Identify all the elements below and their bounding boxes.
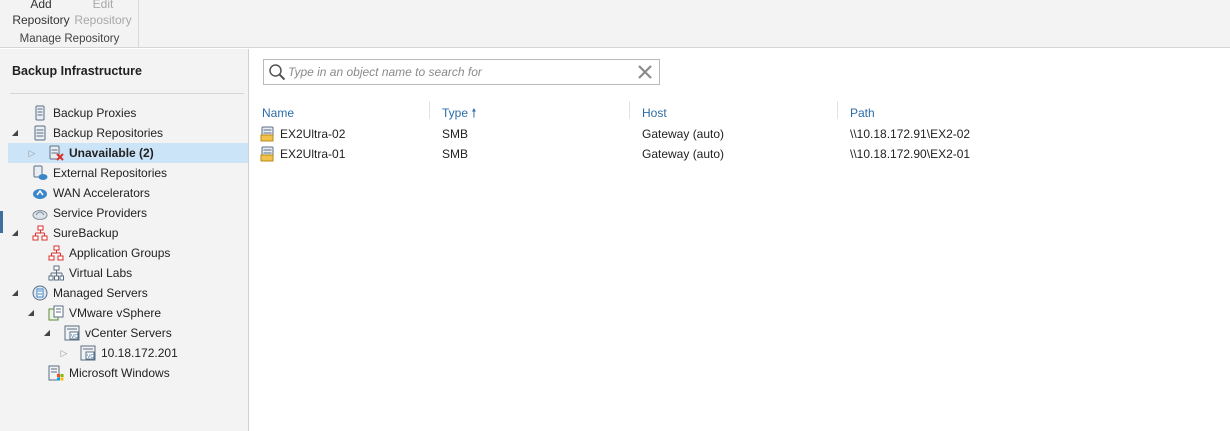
edit-repository-label-1: Edit <box>92 0 114 11</box>
repository-path: \\10.18.172.91\EX2-02 <box>850 127 971 141</box>
panel-title: Backup Infrastructure <box>12 64 142 78</box>
tree-item-backup-repositories[interactable]: ◢ Backup Repositories <box>8 123 248 143</box>
edit-repository-button[interactable]: Edit Repository <box>72 0 134 28</box>
column-divider[interactable] <box>629 101 630 119</box>
close-icon[interactable] <box>637 64 653 80</box>
navigation-panel: Backup Infrastructure Backup Proxies ◢ B… <box>0 49 249 431</box>
table-row[interactable]: EX2Ultra-02 SMB Gateway (auto) \\10.18.1… <box>258 124 1230 144</box>
search-icon <box>269 64 286 81</box>
backup-proxies-icon <box>35 105 45 121</box>
sort-ascending-icon: 🠕 <box>471 106 477 120</box>
expanded-triangle-icon[interactable]: ◢ <box>42 323 52 343</box>
tree-item-label: Managed Servers <box>53 286 148 300</box>
svg-text:VC: VC <box>87 354 94 360</box>
search-box[interactable] <box>263 59 660 85</box>
tree-item-label: WAN Accelerators <box>53 186 150 200</box>
tree-item-backup-proxies[interactable]: Backup Proxies <box>8 103 248 123</box>
svg-text:VC: VC <box>71 334 78 340</box>
add-repository-button[interactable]: Add Repository <box>10 0 72 28</box>
panel-accent <box>0 211 3 233</box>
tree-item-label: Backup Repositories <box>53 126 164 140</box>
tree-item-vcenter-servers[interactable]: ◢ VC vCenter Servers <box>8 323 248 343</box>
add-repository-label-1: Add <box>30 0 52 11</box>
column-header-type-label: Type <box>442 106 469 120</box>
tree-item-application-groups[interactable]: Application Groups <box>8 243 248 263</box>
ribbon-group-label: Manage Repository <box>19 33 120 45</box>
tree-item-label: 10.18.172.201 <box>101 346 178 360</box>
tree-item-label: Virtual Labs <box>69 266 133 280</box>
tree-item-label: Unavailable (2) <box>69 146 154 160</box>
wan-accelerators-icon <box>33 189 47 199</box>
tree-item-label: Microsoft Windows <box>69 366 170 380</box>
table-row[interactable]: EX2Ultra-01 SMB Gateway (auto) \\10.18.1… <box>258 144 1230 164</box>
service-providers-icon <box>32 210 48 220</box>
vcenter-server-icon: VC <box>80 345 96 361</box>
tree-item-external-repositories[interactable]: External Repositories <box>8 163 248 183</box>
column-divider[interactable] <box>837 101 838 119</box>
smb-repository-icon <box>260 126 274 142</box>
smb-repository-icon <box>260 146 274 162</box>
column-header-path[interactable]: Path <box>850 104 875 122</box>
repository-type: SMB <box>442 147 469 161</box>
expanded-triangle-icon[interactable]: ◢ <box>10 223 20 243</box>
column-divider[interactable] <box>429 101 430 119</box>
edit-repository-label-2: Repository <box>74 13 132 27</box>
virtual-labs-icon <box>48 265 64 281</box>
search-input[interactable] <box>288 63 628 81</box>
surebackup-icon <box>32 225 48 241</box>
vmware-vsphere-icon <box>48 305 64 321</box>
backup-repositories-icon <box>34 125 46 141</box>
column-header-host[interactable]: Host <box>642 104 667 122</box>
tree-item-microsoft-windows[interactable]: Microsoft Windows <box>8 363 248 383</box>
repository-host: Gateway (auto) <box>642 147 725 161</box>
managed-servers-icon <box>32 285 48 301</box>
tree-item-label: Application Groups <box>69 246 171 260</box>
ribbon: Add Repository Edit Repository Manage Re… <box>0 0 1230 48</box>
tree-item-service-providers[interactable]: Service Providers <box>8 203 248 223</box>
tree-item-label: Service Providers <box>53 206 148 220</box>
expanded-triangle-icon[interactable]: ◢ <box>10 283 20 303</box>
repository-host: Gateway (auto) <box>642 127 725 141</box>
column-header-name[interactable]: Name <box>262 104 294 122</box>
repository-name: EX2Ultra-02 <box>280 127 346 141</box>
tree-item-vcenter-server[interactable]: ▷ VC 10.18.172.201 <box>8 343 248 363</box>
repository-name: EX2Ultra-01 <box>280 147 346 161</box>
tree-item-label: vCenter Servers <box>85 326 172 340</box>
tree-item-vmware-vsphere[interactable]: ◢ VMware vSphere <box>8 303 248 323</box>
tree-item-surebackup[interactable]: ◢ SureBackup <box>8 223 248 243</box>
expanded-triangle-icon[interactable]: ◢ <box>26 303 36 323</box>
panel-divider <box>10 93 244 94</box>
tree-item-managed-servers[interactable]: ◢ Managed Servers <box>8 283 248 303</box>
add-repository-label-2: Repository <box>12 13 70 27</box>
expanded-triangle-icon[interactable]: ◢ <box>10 123 20 143</box>
tree-item-wan-accelerators[interactable]: WAN Accelerators <box>8 183 248 203</box>
repository-type: SMB <box>442 127 469 141</box>
column-header-type[interactable]: Type 🠕 <box>442 104 477 122</box>
external-repositories-icon <box>33 165 48 180</box>
tree-item-label: External Repositories <box>53 166 168 180</box>
collapsed-triangle-icon[interactable]: ▷ <box>59 343 69 363</box>
repository-path: \\10.18.172.90\EX2-01 <box>850 147 971 161</box>
vcenter-servers-icon: VC <box>64 325 80 341</box>
tree-item-label: VMware vSphere <box>69 306 162 320</box>
microsoft-windows-icon <box>48 365 64 381</box>
manage-repository-group: Add Repository Edit Repository Manage Re… <box>0 0 139 48</box>
unavailable-repository-icon <box>49 145 64 161</box>
tree-item-label: Backup Proxies <box>53 106 137 120</box>
tree-item-label: SureBackup <box>53 226 119 240</box>
tree-item-unavailable[interactable]: ▷ Unavailable (2) <box>8 143 248 163</box>
tree-item-virtual-labs[interactable]: Virtual Labs <box>8 263 248 283</box>
application-groups-icon <box>48 245 64 261</box>
collapsed-triangle-icon[interactable]: ▷ <box>27 143 37 163</box>
